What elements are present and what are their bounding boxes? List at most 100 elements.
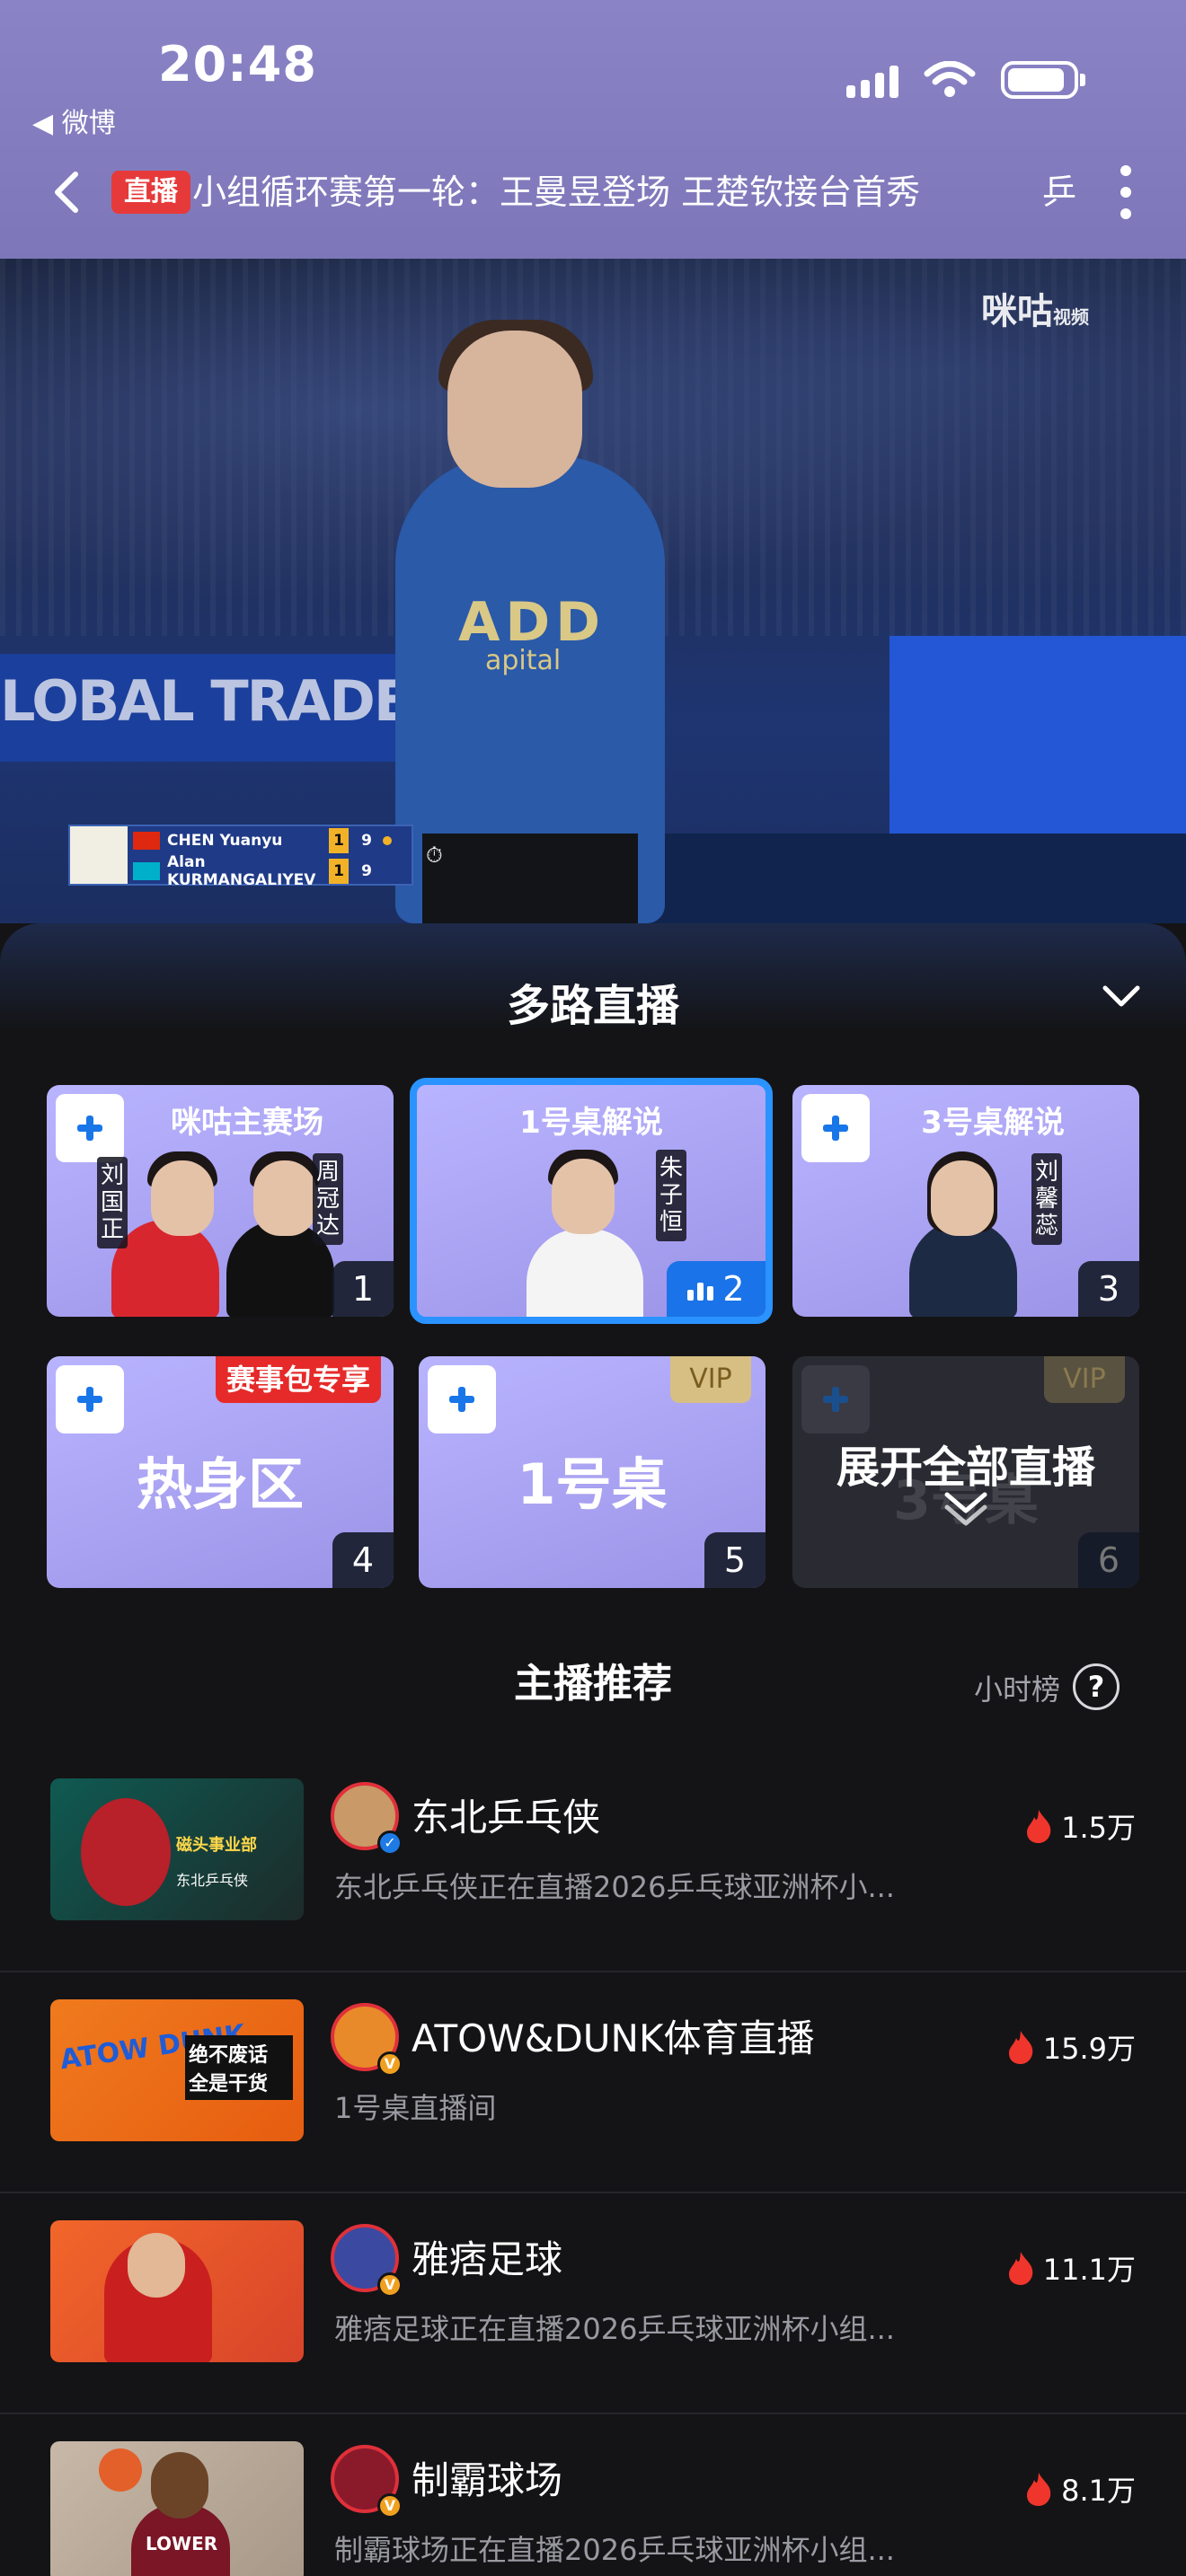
jersey-subtext: apital	[485, 645, 562, 676]
heat-value: 11.1万	[1042, 2253, 1136, 2287]
live-video-player[interactable]: LOBAL TRADE ADD apital 咪咕视频 CHEN Yuanyu …	[0, 259, 1186, 923]
thumbnail-subtext: 绝不废话 全是干货	[185, 2035, 293, 2100]
back-arrow-icon[interactable]	[45, 169, 92, 216]
thumbnail-text: 磁头事业部	[176, 1836, 257, 1855]
vip-badge-icon: V	[377, 2051, 403, 2077]
vip-badge: VIP	[670, 1356, 751, 1403]
panel-title: 多路直播	[506, 981, 679, 1031]
help-icon[interactable]: ?	[1073, 1663, 1120, 1710]
commentator-figure	[111, 1220, 219, 1317]
wifi-icon	[924, 61, 976, 97]
migu-logo-sub: 视频	[1053, 306, 1089, 328]
vip-badge-icon: V	[377, 2272, 403, 2298]
anchor-description: 1号桌直播间	[334, 2091, 497, 2125]
heat-value: 1.5万	[1061, 1811, 1136, 1845]
anchor-description: 制霸球场正在直播2026乒乓球亚洲杯小组...	[334, 2533, 895, 2567]
commentator-name: 刘国正	[97, 1157, 128, 1248]
arena-banner-text: LOBAL TRADE	[0, 668, 412, 734]
flame-icon	[1008, 2031, 1032, 2064]
card-label: 热身区	[136, 1451, 304, 1517]
player-set-score: 1	[329, 859, 349, 884]
tournament-logo	[70, 826, 128, 884]
anchor-name: 雅痞足球	[412, 2237, 563, 2281]
commentator-figure	[527, 1229, 643, 1317]
player-set-score: 1	[329, 828, 349, 853]
commentator-face	[931, 1160, 994, 1236]
commentator-face	[151, 1160, 214, 1236]
heat-count: 8.1万	[1023, 2468, 1136, 2510]
anchor-description: 雅痞足球正在直播2026乒乓球亚洲杯小组...	[334, 2312, 895, 2346]
heat-count: 15.9万	[1005, 2026, 1136, 2068]
verified-badge-icon: ✓	[377, 1831, 403, 1856]
heat-value: 8.1万	[1061, 2474, 1136, 2508]
table-tennis-table	[629, 834, 1186, 923]
scoreboard-row: Alan KURMANGALIYEV 1 9	[133, 853, 376, 889]
chevron-down-icon[interactable]	[1102, 983, 1141, 1011]
player-name: CHEN Yuanyu	[167, 832, 283, 850]
add-channel-icon[interactable]	[56, 1365, 124, 1434]
heat-count: 11.1万	[1005, 2247, 1136, 2289]
stream-thumbnail[interactable]	[50, 2220, 304, 2362]
app-header: 20:48 ◀ 微博 直播 小组循环赛第一轮：王曼昱登场 王楚钦接台首秀 乒	[0, 0, 1186, 259]
live-channel-card-3[interactable]: 3号桌解说 刘馨蕊 3	[792, 1085, 1139, 1317]
player-shorts	[422, 834, 638, 923]
player-name: Alan KURMANGALIYEV	[167, 853, 316, 889]
scoreboard: CHEN Yuanyu 1 9 Alan KURMANGALIYEV 1 9 ⏱	[68, 825, 443, 889]
stream-thumbnail[interactable]: LOWER	[50, 2441, 304, 2576]
flame-icon	[1027, 2473, 1051, 2506]
basketball-icon	[99, 2448, 142, 2492]
vip-badge-icon: V	[377, 2493, 403, 2519]
live-channel-card-4[interactable]: 赛事包专享 热身区 4	[47, 1356, 394, 1588]
migu-video-logo: 咪咕视频	[981, 282, 1089, 334]
anchor-name: ATOW&DUNK体育直播	[412, 2016, 815, 2060]
add-channel-icon	[801, 1365, 870, 1434]
migu-logo-text: 咪咕	[981, 291, 1053, 332]
anchor-list-item[interactable]: 磁头事业部 东北乒乓侠 ✓ 东北乒乓侠 东北乒乓侠正在直播2026乒乓球亚洲杯小…	[0, 1751, 1186, 1972]
live-channel-card-5[interactable]: VIP 1号桌 5	[419, 1356, 766, 1588]
stream-thumbnail[interactable]: 磁头事业部 东北乒乓侠	[50, 1778, 304, 1920]
more-options-icon[interactable]	[1112, 165, 1139, 219]
flame-icon	[1008, 2252, 1032, 2285]
battery-icon	[1001, 61, 1085, 99]
add-channel-icon[interactable]	[428, 1365, 496, 1434]
flame-icon	[1027, 1810, 1051, 1843]
player-points: 9	[361, 832, 372, 850]
heat-value: 15.9万	[1042, 2032, 1136, 2066]
anchor-list-item[interactable]: LOWER V 制霸球场 制霸球场正在直播2026乒乓球亚洲杯小组... 8.1…	[0, 2414, 1186, 2576]
live-channel-card-2[interactable]: 1号桌解说 朱子恒 2	[410, 1078, 773, 1324]
cellular-signal-icon	[846, 62, 898, 98]
player-points: 9	[361, 862, 372, 880]
timeout-timer-icon: ⏱	[426, 842, 443, 868]
anchor-name: 制霸球场	[412, 2458, 563, 2502]
commentator-face	[552, 1159, 615, 1234]
vip-badge: VIP	[1044, 1356, 1125, 1403]
playing-bars-icon	[687, 1277, 714, 1301]
scoreboard-row: CHEN Yuanyu 1 9	[133, 826, 392, 855]
channel-number-playing: 2	[667, 1261, 766, 1317]
live-badge: 直播	[111, 171, 190, 214]
stream-thumbnail[interactable]: ATOW DUNK 绝不废话 全是干货	[50, 1999, 304, 2141]
expand-all-live-card[interactable]: VIP 3号桌 展开全部直播 6	[792, 1356, 1139, 1588]
anchor-list-item[interactable]: V 雅痞足球 雅痞足球正在直播2026乒乓球亚洲杯小组... 11.1万	[0, 2193, 1186, 2414]
status-icons	[846, 61, 1085, 99]
serve-indicator-icon	[383, 836, 392, 845]
commentator-name: 朱子恒	[656, 1150, 686, 1241]
chevron-down-icon	[944, 1492, 987, 1526]
channel-number: 5	[704, 1532, 766, 1588]
card-label: 1号桌	[517, 1451, 668, 1517]
thumbnail-face	[128, 2233, 185, 2298]
anchor-description: 东北乒乓侠正在直播2026乒乓球亚洲杯小...	[334, 1870, 895, 1904]
anchor-list-item[interactable]: ATOW DUNK 绝不废话 全是干货 V ATOW&DUNK体育直播 1号桌直…	[0, 1972, 1186, 2193]
commentator-face	[253, 1160, 316, 1236]
channel-number: 1	[332, 1261, 394, 1317]
thumbnail-image	[81, 1798, 171, 1906]
back-to-app-link[interactable]: ◀ 微博	[32, 101, 116, 140]
thumbnail-text: LOWER	[146, 2533, 218, 2554]
thumbnail-subtext: 东北乒乓侠	[176, 1872, 249, 1889]
page-title-overflow: 乒	[1042, 172, 1077, 212]
live-channel-card-1[interactable]: 咪咕主赛场 刘国正 周冠达 1	[47, 1085, 394, 1317]
event-pack-badge: 赛事包专享	[215, 1356, 381, 1403]
card-title: 1号桌解说	[519, 1105, 663, 1141]
hourly-rank-link[interactable]: 小时榜	[974, 1667, 1060, 1708]
thumbnail-face	[151, 2452, 208, 2519]
